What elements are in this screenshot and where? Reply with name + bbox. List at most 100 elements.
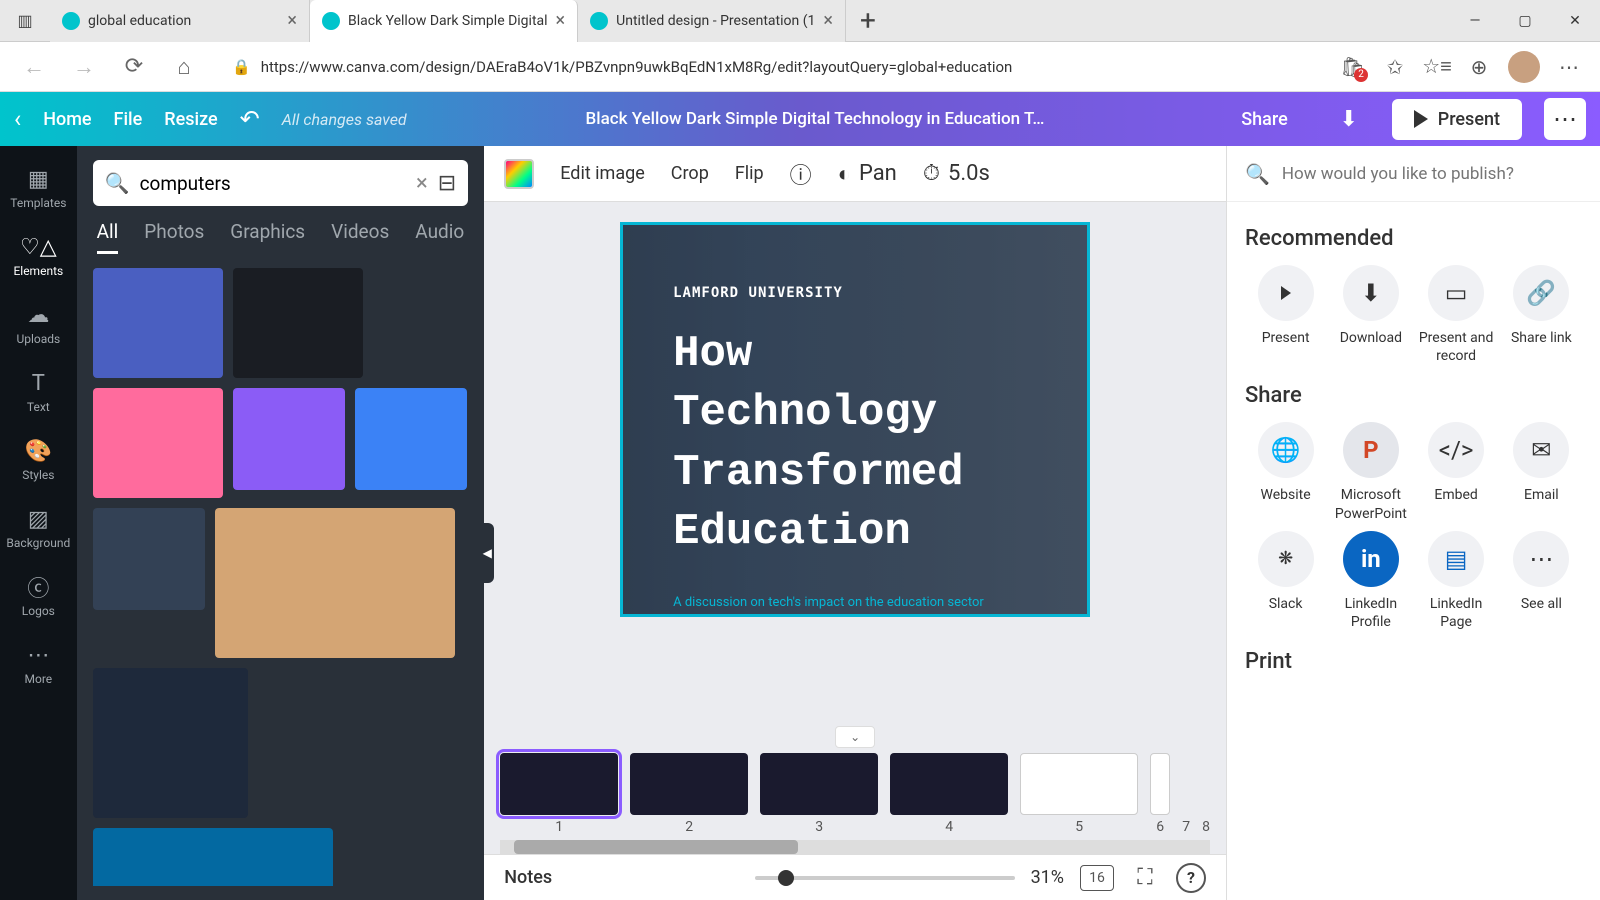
zoom-value[interactable]: 31%	[1031, 867, 1064, 888]
collections-icon[interactable]: ⊕	[1466, 54, 1492, 80]
browser-tab[interactable]: Untitled design - Presentation (1 ×	[578, 0, 846, 42]
info-icon[interactable]: ⓘ	[790, 158, 812, 190]
clear-icon[interactable]: ×	[416, 171, 428, 196]
color-picker[interactable]	[504, 159, 534, 189]
element-thumbnail[interactable]	[93, 388, 223, 498]
publish-search-input[interactable]	[1282, 164, 1582, 184]
profile-avatar[interactable]	[1508, 51, 1540, 83]
crop-button[interactable]: Crop	[671, 163, 709, 184]
flip-button[interactable]: Flip	[735, 163, 764, 184]
collapse-strip-icon[interactable]: ⌄	[835, 726, 875, 748]
minimize-button[interactable]: —	[1450, 0, 1500, 42]
element-thumbnail[interactable]	[215, 508, 455, 658]
tab-photos[interactable]: Photos	[144, 220, 204, 254]
slide-description[interactable]: A discussion on tech's impact on the edu…	[673, 595, 1037, 610]
publish-slack[interactable]: ❋Slack	[1245, 531, 1326, 631]
element-thumbnail[interactable]	[93, 508, 205, 610]
rail-uploads[interactable]: ☁Uploads	[0, 292, 77, 356]
publish-see-all[interactable]: ⋯See all	[1501, 531, 1582, 631]
forward-button[interactable]: →	[68, 51, 100, 83]
publish-linkedin-profile[interactable]: inLinkedIn Profile	[1330, 531, 1411, 631]
element-thumbnail[interactable]	[233, 388, 345, 490]
favorites-list-icon[interactable]: ☆≡	[1424, 54, 1450, 80]
publish-present-record[interactable]: ▭Present and record	[1415, 265, 1496, 365]
duration-button[interactable]: ⏱5.0s	[923, 161, 990, 186]
file-menu[interactable]: File	[114, 109, 143, 130]
element-thumbnail[interactable]	[93, 268, 223, 378]
canvas-viewport[interactable]: LAMFORD UNIVERSITY How Technology Transf…	[484, 202, 1226, 726]
download-icon[interactable]: ⬇	[1328, 98, 1370, 140]
help-icon[interactable]: ?	[1176, 863, 1206, 893]
scrollbar-thumb[interactable]	[514, 840, 798, 854]
collapse-panel-icon[interactable]: ◀	[480, 523, 494, 583]
elements-search[interactable]: 🔍 × ⊟	[93, 160, 469, 206]
refresh-button[interactable]: ⟳	[118, 51, 150, 83]
close-icon[interactable]: ×	[556, 10, 566, 31]
rail-styles[interactable]: 🎨Styles	[0, 428, 77, 492]
publish-download[interactable]: ⬇Download	[1330, 265, 1411, 365]
element-thumbnail[interactable]	[233, 268, 363, 378]
menu-icon[interactable]: ⋯	[1556, 54, 1582, 80]
element-thumbnail[interactable]: 8.0s	[93, 828, 333, 886]
publish-powerpoint[interactable]: PMicrosoft PowerPoint	[1330, 422, 1411, 522]
publish-website[interactable]: 🌐Website	[1245, 422, 1326, 522]
search-input[interactable]	[140, 172, 406, 195]
slide-thumb[interactable]: 4	[890, 753, 1008, 835]
rail-logos[interactable]: ⓒLogos	[0, 564, 77, 628]
publish-share-link[interactable]: 🔗Share link	[1501, 265, 1582, 365]
slide-subtitle[interactable]: LAMFORD UNIVERSITY	[673, 285, 1037, 301]
element-thumbnail[interactable]	[93, 668, 248, 818]
browser-tab-active[interactable]: Black Yellow Dark Simple Digital ×	[310, 0, 578, 42]
new-tab-button[interactable]: +	[846, 4, 890, 37]
browser-tab[interactable]: global education ×	[50, 0, 310, 42]
tab-videos[interactable]: Videos	[331, 220, 389, 254]
rail-more[interactable]: ⋯More	[0, 632, 77, 696]
publish-linkedin-page[interactable]: ▤LinkedIn Page	[1415, 531, 1496, 631]
publish-embed[interactable]: </>Embed	[1415, 422, 1496, 522]
page-count-badge[interactable]: 16	[1080, 865, 1114, 891]
edit-image-button[interactable]: Edit image	[560, 163, 645, 184]
slide-thumb[interactable]: 7	[1182, 753, 1190, 835]
back-icon[interactable]: ‹	[14, 105, 21, 133]
slider-thumb[interactable]	[778, 870, 794, 886]
element-thumbnail[interactable]	[355, 388, 467, 490]
shopping-icon[interactable]: 🛍	[1340, 54, 1366, 80]
home-link[interactable]: Home	[43, 109, 91, 130]
document-title[interactable]: Black Yellow Dark Simple Digital Technol…	[586, 109, 1045, 129]
close-window-button[interactable]: ✕	[1550, 0, 1600, 42]
close-icon[interactable]: ×	[287, 10, 297, 31]
tab-graphics[interactable]: Graphics	[230, 220, 305, 254]
rail-background[interactable]: ▨Background	[0, 496, 77, 560]
more-icon[interactable]: ⋯	[1544, 98, 1586, 140]
slide-thumb[interactable]: 3	[760, 753, 878, 835]
favorite-icon[interactable]: ✩	[1382, 54, 1408, 80]
zoom-slider[interactable]	[755, 876, 1015, 880]
rail-elements[interactable]: ♡△Elements	[0, 224, 77, 288]
resize-menu[interactable]: Resize	[164, 109, 217, 130]
tab-all[interactable]: All	[97, 220, 119, 254]
fullscreen-icon[interactable]: ⛶	[1130, 865, 1160, 890]
filter-icon[interactable]: ⊟	[438, 171, 456, 196]
slide-title[interactable]: How Technology Transformed Education	[673, 325, 1037, 563]
slide-canvas[interactable]: LAMFORD UNIVERSITY How Technology Transf…	[620, 222, 1090, 617]
home-button[interactable]: ⌂	[168, 51, 200, 83]
tab-actions-icon[interactable]: ▥	[0, 11, 50, 30]
close-icon[interactable]: ×	[823, 10, 833, 31]
present-button[interactable]: Present	[1392, 99, 1522, 140]
rail-text[interactable]: TText	[0, 360, 77, 424]
share-button[interactable]: Share	[1223, 101, 1305, 138]
notes-button[interactable]: Notes	[504, 867, 552, 888]
back-button[interactable]: ←	[18, 51, 50, 83]
tab-audio[interactable]: Audio	[415, 220, 464, 254]
slide-thumb[interactable]: 6	[1150, 753, 1170, 835]
rail-templates[interactable]: ▦Templates	[0, 156, 77, 220]
undo-icon[interactable]: ↶	[240, 105, 260, 133]
publish-present[interactable]: Present	[1245, 265, 1326, 365]
slide-thumb[interactable]: 5	[1020, 753, 1138, 835]
slide-thumb[interactable]: 1	[500, 753, 618, 835]
publish-email[interactable]: ✉Email	[1501, 422, 1582, 522]
slide-thumb[interactable]: 8	[1202, 753, 1210, 835]
maximize-button[interactable]: ▢	[1500, 0, 1550, 42]
horizontal-scrollbar[interactable]	[500, 840, 1210, 854]
pan-button[interactable]: ◐Pan	[838, 161, 897, 187]
